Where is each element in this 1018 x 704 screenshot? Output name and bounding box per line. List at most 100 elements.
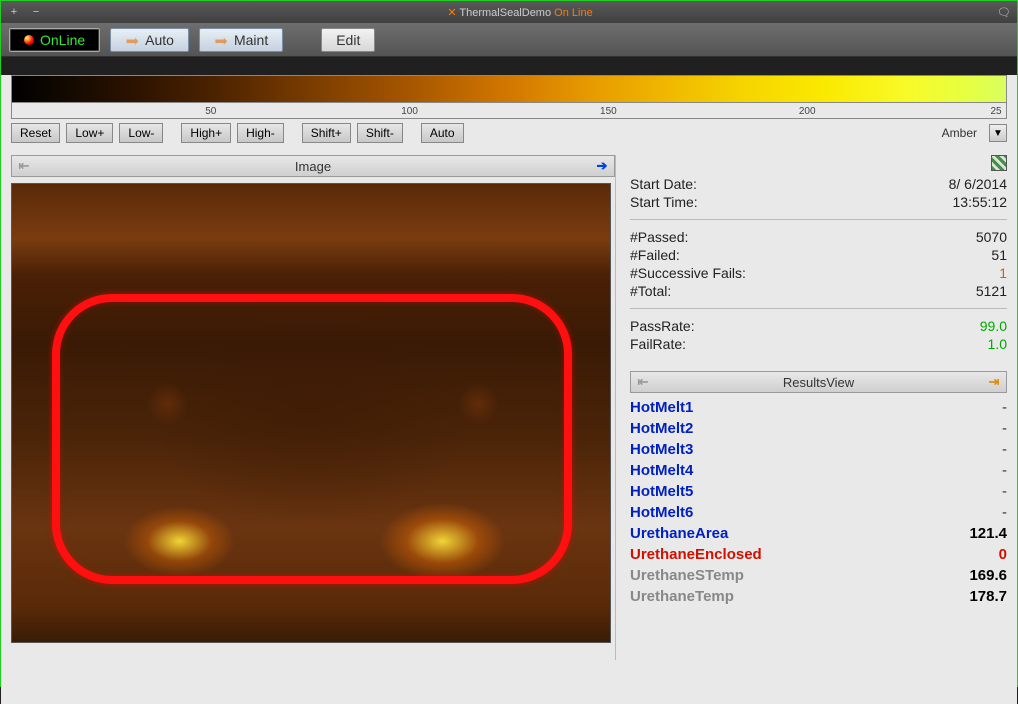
results-panel-title: ResultsView — [651, 375, 986, 390]
palette-gradient[interactable] — [11, 75, 1007, 103]
passrate-value: 99.0 — [980, 318, 1007, 334]
image-column: ⇤ Image ➔ — [11, 155, 615, 660]
total-value: 5121 — [976, 283, 1007, 299]
start-time-label: Start Time: — [630, 194, 698, 210]
window-plus-icon[interactable]: + — [7, 6, 21, 18]
low-minus-button[interactable]: Low- — [119, 123, 163, 143]
window-minus-icon[interactable]: − — [29, 6, 43, 18]
online-button[interactable]: OnLine — [9, 28, 100, 52]
shift-minus-button[interactable]: Shift- — [357, 123, 403, 143]
start-time-value: 13:55:12 — [953, 194, 1008, 210]
result-row[interactable]: HotMelt3 - — [630, 439, 1007, 460]
result-row[interactable]: UrethaneEnclosed 0 — [630, 544, 1007, 565]
next-results-icon[interactable]: ⇥ — [986, 374, 1002, 390]
result-row[interactable]: HotMelt6 - — [630, 502, 1007, 523]
online-button-label: OnLine — [40, 32, 85, 48]
start-date-value: 8/ 6/2014 — [949, 176, 1007, 192]
result-name: HotMelt5 — [630, 483, 693, 500]
result-name: HotMelt4 — [630, 462, 693, 479]
scale-tick-label: 150 — [600, 106, 617, 117]
result-name: HotMelt1 — [630, 399, 693, 416]
next-image-icon[interactable]: ➔ — [594, 158, 610, 174]
prev-image-icon[interactable]: ⇤ — [16, 158, 32, 174]
result-value: - — [1002, 462, 1007, 479]
maint-button[interactable]: Maint — [199, 28, 283, 52]
app-prefix-icon: ✕ — [447, 7, 456, 19]
result-value: - — [1002, 483, 1007, 500]
passed-value: 5070 — [976, 229, 1007, 245]
auto-button[interactable]: Auto — [110, 28, 189, 52]
low-plus-button[interactable]: Low+ — [66, 123, 113, 143]
result-row[interactable]: UrethaneArea 121.4 — [630, 523, 1007, 544]
passed-label: #Passed: — [630, 229, 688, 245]
result-value: - — [1002, 399, 1007, 416]
palette-name-label: Amber — [942, 126, 977, 140]
hand-icon — [125, 34, 139, 46]
result-row[interactable]: HotMelt5 - — [630, 481, 1007, 502]
failed-label: #Failed: — [630, 247, 680, 263]
result-row[interactable]: HotMelt4 - — [630, 460, 1007, 481]
result-name: HotMelt6 — [630, 504, 693, 521]
image-panel-title: Image — [32, 159, 594, 174]
image-panel-header: ⇤ Image ➔ — [11, 155, 615, 177]
palette-scale: 50 100 150 200 25 — [11, 103, 1007, 119]
results-panel-header: ⇤ ResultsView ⇥ — [630, 371, 1007, 393]
high-minus-button[interactable]: High- — [237, 123, 284, 143]
scale-tick-label: 50 — [205, 106, 216, 117]
result-value: 178.7 — [969, 588, 1007, 605]
scale-tick-label: 25 — [990, 106, 1001, 117]
gradient-panel: 50 100 150 200 25 Reset Low+ Low- High+ … — [11, 75, 1007, 143]
total-label: #Total: — [630, 283, 671, 299]
maint-button-label: Maint — [234, 32, 268, 48]
result-name: UrethaneTemp — [630, 588, 734, 605]
thermal-image[interactable] — [11, 183, 611, 643]
palette-dropdown[interactable]: ▼ — [989, 124, 1007, 142]
stats-block: Start Date: 8/ 6/2014 Start Time: 13:55:12… — [630, 175, 1007, 353]
app-status-text: On Line — [554, 7, 593, 19]
auto-button-label: Auto — [145, 32, 174, 48]
result-name: HotMelt2 — [630, 420, 693, 437]
shift-plus-button[interactable]: Shift+ — [302, 123, 351, 143]
prev-results-icon[interactable]: ⇤ — [635, 374, 651, 390]
info-column: Start Date: 8/ 6/2014 Start Time: 13:55:12… — [615, 155, 1007, 660]
result-name: HotMelt3 — [630, 441, 693, 458]
record-dot-icon — [24, 35, 34, 45]
failed-value: 51 — [991, 247, 1007, 263]
result-value: - — [1002, 420, 1007, 437]
edit-button[interactable]: Edit — [321, 28, 375, 52]
passrate-label: PassRate: — [630, 318, 695, 334]
results-list: HotMelt1-HotMelt2-HotMelt3-HotMelt4-HotM… — [630, 397, 1007, 607]
main-toolbar: OnLine Auto Maint Edit — [1, 23, 1017, 57]
auto-scale-button[interactable]: Auto — [421, 123, 464, 143]
failrate-label: FailRate: — [630, 336, 686, 352]
window-titlebar: + − ✕ ThermalSealDemo On Line 🗨 — [1, 1, 1017, 23]
window-title: ✕ ThermalSealDemo On Line — [43, 6, 997, 19]
result-value: - — [1002, 504, 1007, 521]
successive-fails-label: #Successive Fails: — [630, 265, 746, 281]
scale-tick-label: 100 — [401, 106, 418, 117]
app-title-text: ThermalSealDemo — [459, 7, 551, 19]
result-row[interactable]: UrethaneSTemp169.6 — [630, 565, 1007, 586]
scale-tick-label: 200 — [799, 106, 816, 117]
gradient-buttons-row: Reset Low+ Low- High+ High- Shift+ Shift… — [11, 123, 1007, 143]
edit-button-label: Edit — [336, 32, 360, 48]
result-value: - — [1002, 441, 1007, 458]
window-chat-icon[interactable]: 🗨 — [997, 6, 1011, 19]
workspace: 50 100 150 200 25 Reset Low+ Low- High+ … — [1, 75, 1017, 704]
hand-icon — [214, 34, 228, 46]
status-indicator-icon — [991, 155, 1007, 171]
seal-outline-overlay — [52, 294, 572, 584]
successive-fails-value: 1 — [999, 265, 1007, 281]
high-plus-button[interactable]: High+ — [181, 123, 231, 143]
result-row[interactable]: HotMelt2 - — [630, 418, 1007, 439]
reset-button[interactable]: Reset — [11, 123, 60, 143]
result-row[interactable]: UrethaneTemp 178.7 — [630, 586, 1007, 607]
result-name: UrethaneArea — [630, 525, 728, 542]
result-value: 0 — [999, 546, 1007, 563]
start-date-label: Start Date: — [630, 176, 697, 192]
result-value: 169.6 — [969, 567, 1007, 584]
result-row[interactable]: HotMelt1 - — [630, 397, 1007, 418]
result-value: 121.4 — [969, 525, 1007, 542]
failrate-value: 1.0 — [988, 336, 1007, 352]
result-name: UrethaneEnclosed — [630, 546, 762, 563]
